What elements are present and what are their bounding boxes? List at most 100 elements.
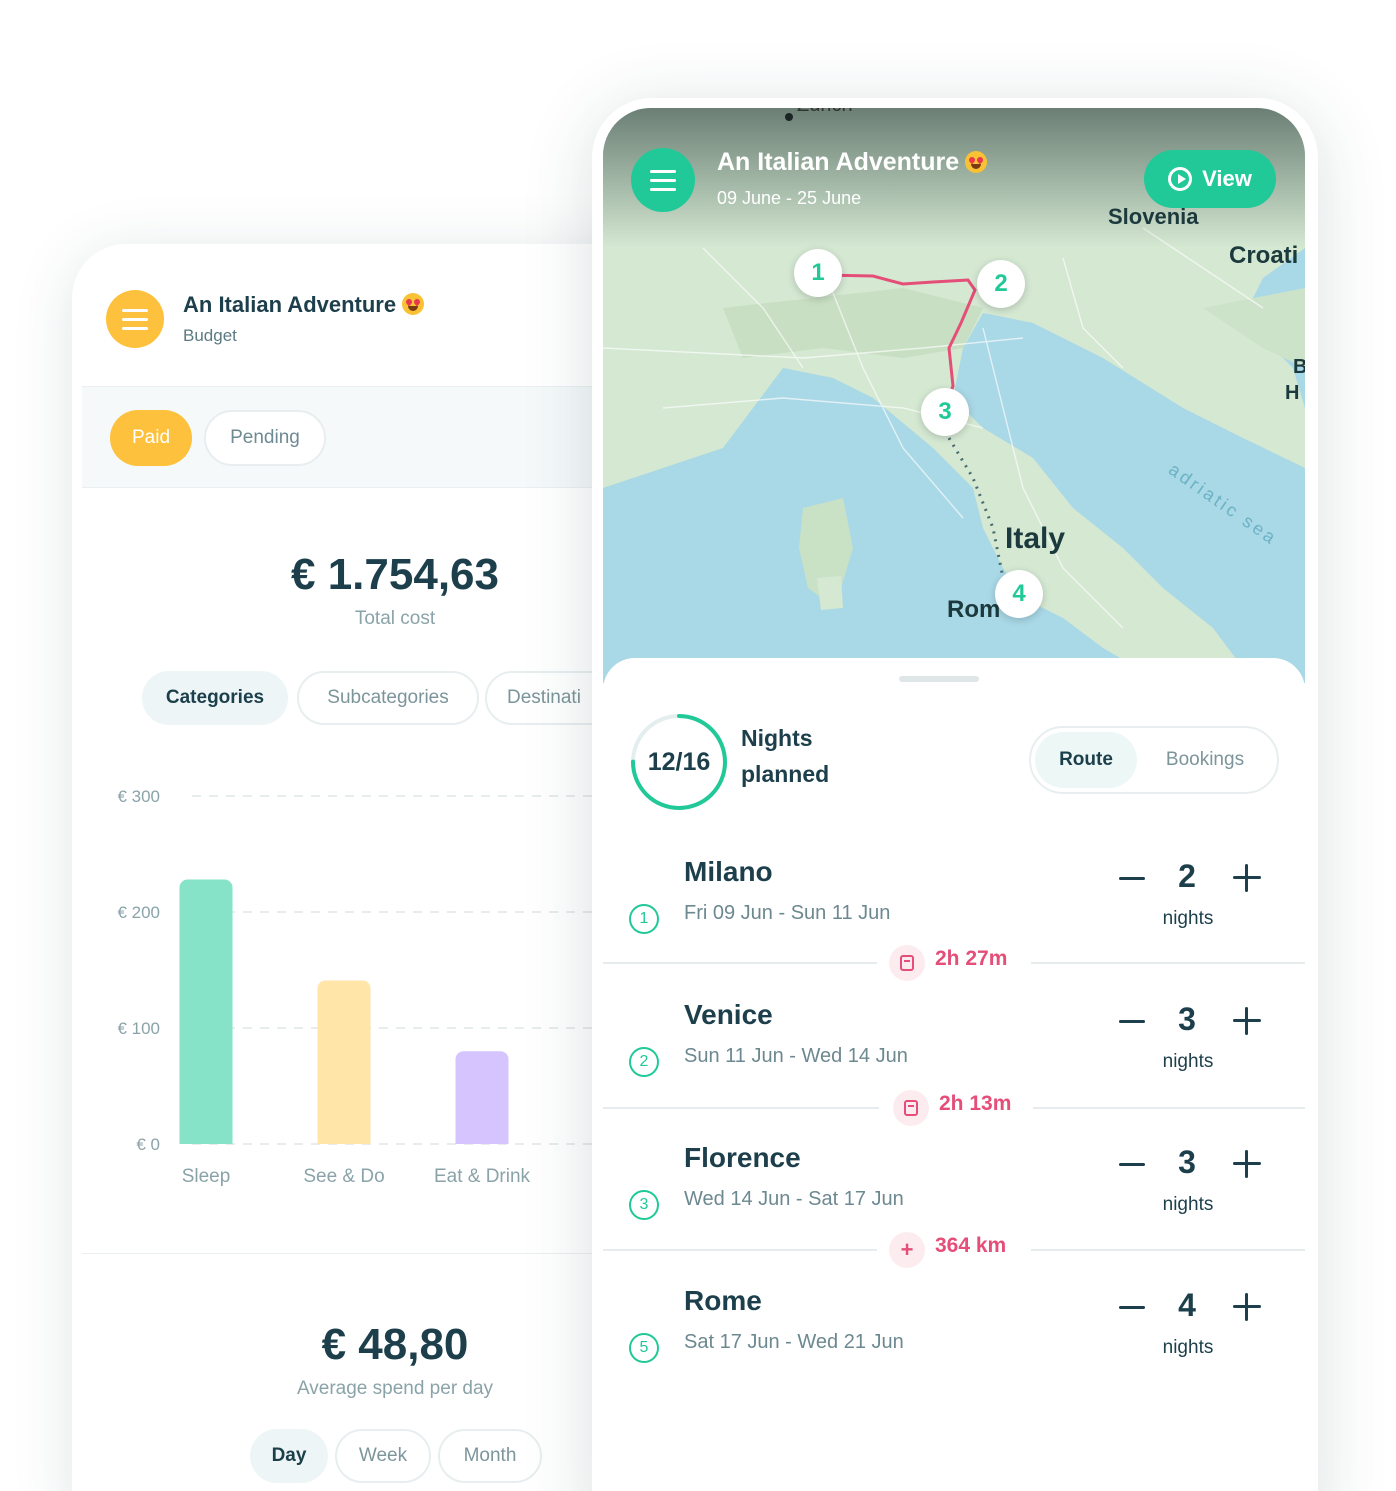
x-tick-label: See & Do bbox=[303, 1166, 384, 1187]
map-pin-3[interactable]: 3 bbox=[921, 388, 969, 436]
nights-unit: nights bbox=[1162, 1051, 1214, 1072]
tab-month[interactable]: Month bbox=[438, 1429, 542, 1483]
tab-route[interactable]: Route bbox=[1035, 732, 1137, 788]
nights-progress-value: 12/16 bbox=[647, 747, 711, 776]
transit-distance: 364 km bbox=[935, 1234, 1007, 1257]
hamburger-icon bbox=[122, 308, 148, 312]
decrease-nights-button[interactable] bbox=[1119, 1020, 1145, 1023]
map-pin-2[interactable]: 2 bbox=[977, 260, 1025, 308]
y-tick-label: € 100 bbox=[117, 1019, 160, 1038]
nights-count: 4 bbox=[1178, 1287, 1196, 1323]
view-button[interactable]: View bbox=[1144, 150, 1276, 208]
stop-row[interactable]: 5 Rome Sat 17 Jun - Wed 21 Jun 4 nights bbox=[603, 1285, 1305, 1395]
map-pin-1[interactable]: 1 bbox=[794, 249, 842, 297]
plus-icon: + bbox=[889, 1232, 925, 1268]
nights-unit: nights bbox=[1162, 908, 1214, 929]
trip-dates: 09 June - 25 June bbox=[717, 188, 862, 208]
stop-dates: Sun 11 Jun - Wed 14 Jun bbox=[684, 1045, 908, 1067]
trip-title-text: An Italian Adventure bbox=[183, 292, 397, 317]
stop-city: Rome bbox=[684, 1285, 762, 1316]
train-icon bbox=[893, 1090, 929, 1126]
map-pin-4[interactable]: 4 bbox=[995, 570, 1043, 618]
transit-duration: 2h 27m bbox=[935, 947, 1008, 970]
trip-map[interactable]: Zurich Slovenia Croati B H Italy Rom adr… bbox=[603, 108, 1305, 683]
tab-categories[interactable]: Categories bbox=[142, 671, 288, 725]
bar-eat-drink[interactable] bbox=[455, 1051, 509, 1144]
y-tick-label: € 200 bbox=[117, 903, 160, 922]
increase-nights-button[interactable] bbox=[1233, 1293, 1261, 1321]
tab-subcategories[interactable]: Subcategories bbox=[297, 671, 479, 725]
stop-number-badge: 5 bbox=[629, 1333, 659, 1363]
bar-base bbox=[179, 1134, 233, 1144]
page-subtitle: Budget bbox=[183, 326, 237, 345]
heart-eyes-emoji-icon bbox=[965, 151, 988, 173]
x-tick-label: Sleep bbox=[182, 1166, 231, 1187]
menu-button[interactable] bbox=[631, 148, 695, 212]
nights-count: 3 bbox=[1178, 1001, 1196, 1037]
nights-planned-label: Nights planned bbox=[741, 725, 830, 787]
tab-week[interactable]: Week bbox=[335, 1429, 431, 1483]
view-button-label: View bbox=[1202, 166, 1252, 191]
transit-row: 2h 13m bbox=[603, 1088, 1305, 1128]
decrease-nights-button[interactable] bbox=[1119, 877, 1145, 880]
drag-handle[interactable] bbox=[899, 676, 979, 682]
map-label-rome: Rom bbox=[947, 596, 1001, 623]
map-label-zurich: Zurich bbox=[797, 108, 853, 117]
route-sheet: 12/16 Nights planned Route Bookings 1 Mi… bbox=[603, 658, 1305, 1491]
y-tick-label: € 300 bbox=[117, 787, 160, 806]
increase-nights-button[interactable] bbox=[1233, 1150, 1261, 1178]
stop-number-badge: 2 bbox=[629, 1047, 659, 1077]
tab-bookings[interactable]: Bookings bbox=[1145, 732, 1265, 788]
hamburger-icon bbox=[650, 178, 676, 182]
bar-base bbox=[317, 1134, 371, 1144]
route-phone: Zurich Slovenia Croati B H Italy Rom adr… bbox=[592, 98, 1318, 1491]
increase-nights-button[interactable] bbox=[1233, 864, 1261, 892]
trip-title-text: An Italian Adventure bbox=[717, 148, 960, 176]
trip-title: An Italian Adventure bbox=[183, 292, 425, 318]
bar-base bbox=[455, 1134, 509, 1144]
tab-day[interactable]: Day bbox=[250, 1429, 328, 1483]
route-bookings-toggle: Route Bookings bbox=[1029, 726, 1279, 794]
trip-title: An Italian Adventure bbox=[717, 148, 988, 177]
nights-progress-ring: 12/16 bbox=[629, 712, 729, 812]
tab-paid[interactable]: Paid bbox=[110, 410, 192, 466]
hamburger-icon bbox=[650, 169, 676, 173]
bar-chart-svg: € 0 € 100 € 200 € 300 Sleep See & Do Eat & Dri… bbox=[117, 787, 632, 1187]
transit-row: + 364 km bbox=[603, 1230, 1305, 1270]
map-label-bh-2: H bbox=[1285, 382, 1300, 404]
stop-dates: Fri 09 Jun - Sun 11 Jun bbox=[684, 902, 891, 924]
nights-unit: nights bbox=[1162, 1194, 1214, 1215]
bar-sleep[interactable] bbox=[179, 879, 233, 1144]
tab-pending[interactable]: Pending bbox=[204, 410, 326, 466]
nights-count: 2 bbox=[1178, 858, 1196, 894]
x-tick-label: Eat & Drink bbox=[434, 1166, 531, 1187]
nights-count: 3 bbox=[1178, 1144, 1196, 1180]
map-label-italy: Italy bbox=[1005, 522, 1066, 555]
y-tick-label: € 0 bbox=[136, 1135, 160, 1154]
category-bar-chart: € 0 € 100 € 200 € 300 Sleep See & Do Eat & Dri… bbox=[102, 774, 632, 1194]
nights-unit: nights bbox=[1162, 1337, 1214, 1358]
decrease-nights-button[interactable] bbox=[1119, 1306, 1145, 1309]
hamburger-icon bbox=[122, 317, 148, 321]
stop-city: Milano bbox=[684, 856, 773, 887]
route-screen: Zurich Slovenia Croati B H Italy Rom adr… bbox=[603, 108, 1305, 1491]
train-icon bbox=[889, 945, 925, 981]
stop-number-badge: 1 bbox=[629, 904, 659, 934]
stop-number-badge: 3 bbox=[629, 1190, 659, 1220]
heart-eyes-emoji-icon bbox=[402, 293, 425, 315]
hamburger-icon bbox=[650, 187, 676, 191]
stop-city: Venice bbox=[684, 999, 773, 1030]
stop-city: Florence bbox=[684, 1142, 801, 1173]
stop-dates: Wed 14 Jun - Sat 17 Jun bbox=[684, 1188, 904, 1210]
increase-nights-button[interactable] bbox=[1233, 1007, 1261, 1035]
decrease-nights-button[interactable] bbox=[1119, 1163, 1145, 1166]
map-label-bh-1: B bbox=[1293, 356, 1305, 378]
stop-dates: Sat 17 Jun - Wed 21 Jun bbox=[684, 1331, 904, 1353]
transit-row: 2h 27m bbox=[603, 943, 1305, 983]
transit-duration: 2h 13m bbox=[939, 1092, 1012, 1115]
menu-button[interactable] bbox=[106, 290, 164, 348]
map-label-croatia: Croati bbox=[1229, 242, 1299, 269]
play-icon bbox=[1168, 167, 1193, 191]
hamburger-icon bbox=[122, 326, 148, 330]
bar-see-do[interactable] bbox=[317, 980, 371, 1144]
